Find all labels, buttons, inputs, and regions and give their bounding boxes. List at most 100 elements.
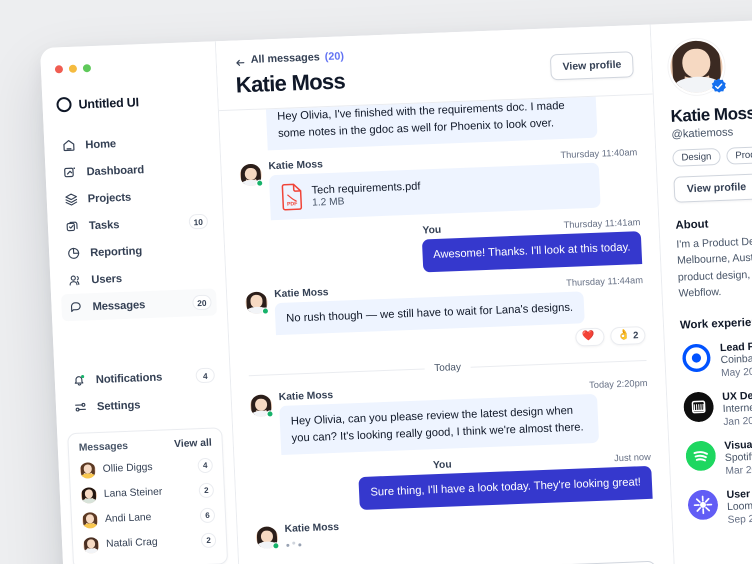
online-status-dot [256,179,264,187]
untitled-ui-circle-icon [56,96,72,113]
reaction-ok-hand[interactable]: 👌 2 [610,326,646,346]
online-status-dot [261,307,270,315]
reaction-heart[interactable]: ❤️ [574,327,606,347]
left-sidebar: Untitled UI Home Dashboard Projects Task… [40,41,243,564]
messages-card-title: Messages [78,440,129,454]
list-item-name: Lana Steiner [103,486,163,500]
list-item-count: 2 [198,482,215,499]
sidebar-item-reporting-label: Reporting [89,244,143,259]
svg-text:PDF: PDF [287,201,298,207]
job-entry: User Researcher Loom Sep 2016 — Mar 2018 [687,483,752,527]
messages-card-header: Messages View all [79,438,212,454]
avatar [249,394,274,418]
job-entry: UX Designer Internet Systems Jan 2020 — … [683,385,752,429]
divider-line-left [248,368,425,377]
message-timestamp: Thursday 11:41am [563,217,641,231]
message-incoming: Katie Moss Today 2:20pm Hey Olivia, can … [249,378,651,456]
dashboard-icon [62,165,78,181]
message-author: Katie Moss [268,159,324,173]
message-author: You [422,224,442,237]
app-window-wrapper: Untitled UI Home Dashboard Projects Task… [40,16,752,564]
sidebar-item-tasks-label: Tasks [88,218,120,232]
bell-icon [71,372,87,388]
sidebar-item-messages-label: Messages [92,298,146,313]
job-role: UX Designer [721,388,752,403]
message-timestamp: Thursday 11:40am [560,147,638,161]
pdf-file-icon: PDF [280,183,303,211]
avatar [80,486,98,504]
tag-design[interactable]: Design [672,147,721,167]
list-item-name: Andi Lane [104,512,152,525]
message-thread[interactable]: Hey Olivia, I've finished with the requi… [219,94,673,564]
work-experience-list: Lead Product Designer Coinbase May 2022 … [681,336,752,527]
job-role: User Researcher [726,485,752,501]
message-outgoing: You Thursday 11:41am Awesome! Thanks. I'… [242,217,643,279]
job-role: Lead Product Designer [719,337,752,354]
message-author: Katie Moss [284,521,340,535]
list-item-count: 4 [197,457,214,474]
file-attachment[interactable]: PDF Tech requirements.pdf 1.2 MB [268,162,601,221]
divider-line-right [470,360,647,368]
spotify-logo-icon [685,440,716,471]
verified-badge-icon [710,78,728,96]
sidebar-badge-tasks: 10 [188,213,209,230]
about-text: I'm a Product Designer based in Melbourn… [676,233,752,300]
list-item-count: 6 [199,507,216,524]
avatar [239,163,264,187]
ok-hand-emoji-icon: 👌 [617,329,631,342]
sidebar-item-settings-label: Settings [96,398,141,413]
message-incoming: Katie Moss Thursday 11:44am No rush thou… [245,275,646,360]
avatar [82,536,100,554]
users-icon [67,273,83,289]
message-outgoing: You Just now Sure thing, I'll have a loo… [253,452,653,514]
back-label: All messages [250,51,320,66]
home-icon [61,138,77,154]
brand-name: Untitled UI [78,94,140,112]
message-author: Katie Moss [278,390,334,404]
layers-icon [63,192,79,208]
screenshot-stage: Untitled UI Home Dashboard Projects Task… [0,0,752,564]
view-all-messages-link[interactable]: View all [174,438,212,450]
day-divider: Today [248,355,647,381]
message-bubble: Hey Olivia, can you please review the la… [279,394,600,456]
checkbox-icon [65,219,81,235]
avatar [255,526,280,550]
list-item-name: Ollie Diggs [102,461,153,475]
coinbase-logo-icon [681,342,712,373]
sidebar-item-users-label: Users [91,272,123,286]
brand-logo[interactable]: Untitled UI [41,67,218,113]
message-typing: Katie Moss [255,510,654,550]
profile-view-profile-button[interactable]: View profile [673,173,752,203]
message-timestamp: Just now [613,452,652,464]
avatar [79,461,97,479]
chat-panel: All messages (20) Katie Moss View profil… [215,24,677,564]
message-bubble: Awesome! Thanks. I'll look at this today… [421,231,643,273]
app-window: Untitled UI Home Dashboard Projects Task… [40,16,752,564]
back-arrow-icon [235,55,246,66]
back-count: (20) [324,50,345,64]
sidebar-item-home-label: Home [85,137,117,151]
sidebar-badge-messages: 20 [191,294,212,311]
avatar [245,291,270,315]
message-incoming-file: Katie Moss Thursday 11:40am PDF Tech req… [239,147,639,221]
job-dates: Mar 2018 — Jan 2020 [725,462,752,477]
about-section-title: About [675,218,709,232]
list-item[interactable]: Natali Crag 2 [82,528,217,558]
sidebar-messages-card: Messages View all Ollie Diggs 4 Lana Ste… [67,427,229,564]
day-divider-label: Today [434,362,462,375]
view-profile-button[interactable]: View profile [550,51,634,81]
message-author: You [432,459,452,472]
work-experience-title: Work experience [679,315,752,332]
primary-nav: Home Dashboard Projects Tasks 10 Reporti… [44,126,232,421]
tag-product[interactable]: Product [725,145,752,165]
sidebar-item-settings[interactable]: Settings [65,388,221,421]
job-dates: Jan 2020 — May 2022 [723,413,752,428]
message-bubble: Sure thing, I'll have a look today. They… [358,466,653,511]
sidebar-item-dashboard-label: Dashboard [86,163,145,178]
settings-icon [73,399,89,415]
job-entry: Lead Product Designer Coinbase May 2022 … [681,336,752,380]
profile-avatar-wrapper [667,37,728,96]
job-entry: Visual Designer Spotify Mar 2018 — Jan 2… [685,434,752,478]
profile-name: Katie Moss [670,103,752,126]
